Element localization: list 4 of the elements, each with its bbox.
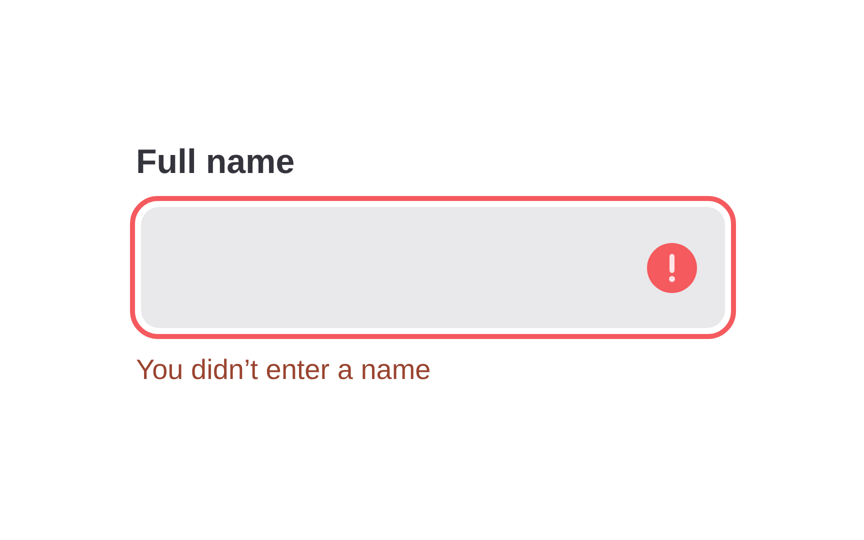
error-icon (647, 242, 697, 292)
name-field[interactable] (130, 196, 736, 339)
field-label: Full name (136, 142, 295, 182)
error-message: You didn’t enter a name (136, 353, 431, 387)
